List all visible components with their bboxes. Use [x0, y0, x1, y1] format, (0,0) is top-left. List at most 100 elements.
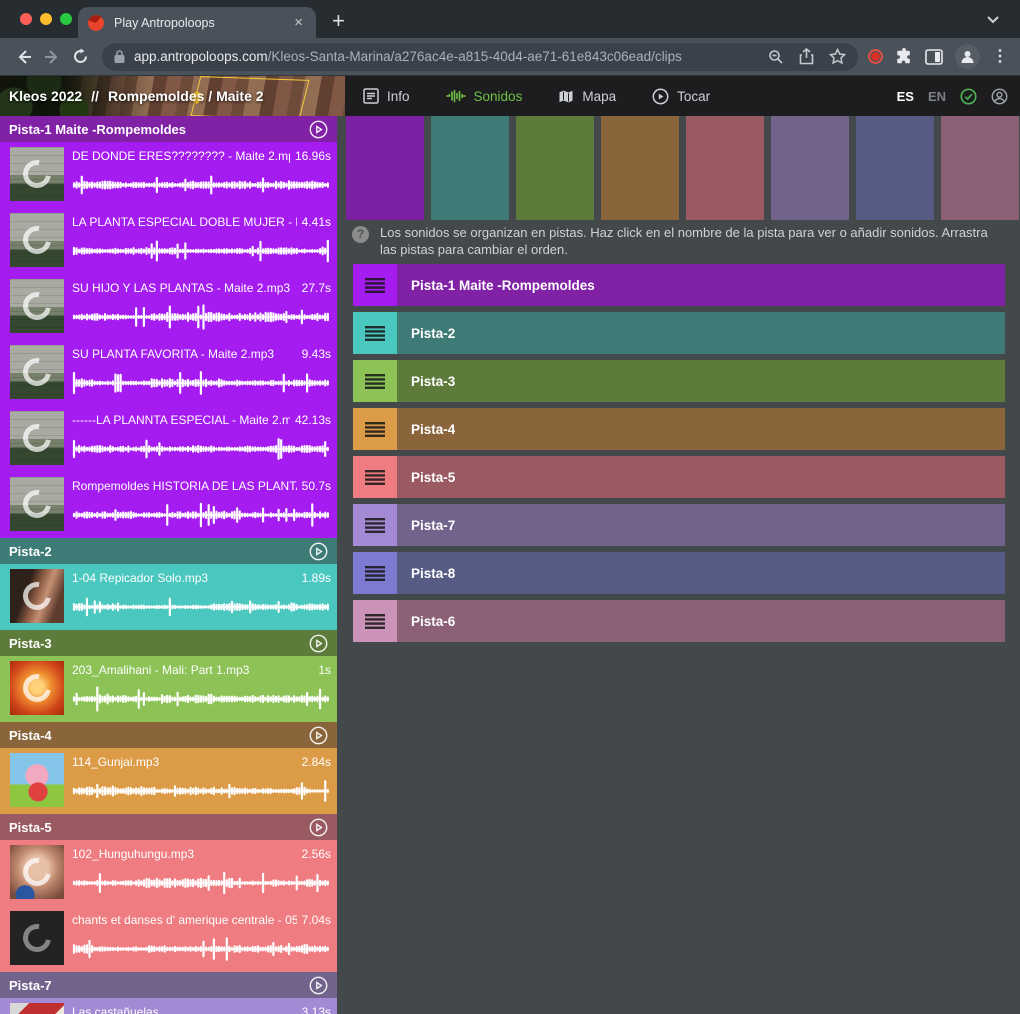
breadcrumb-project[interactable]: Kleos 2022 — [9, 88, 82, 104]
nav-mapa[interactable]: Mapa — [558, 89, 616, 104]
zoom-page-icon[interactable] — [768, 49, 784, 65]
clip-item[interactable]: SU PLANTA FAVORITA - Maite 2.mp3 9.43s — [0, 340, 337, 406]
clip-item[interactable]: Las castañuelas 3.13s — [0, 998, 337, 1014]
nav-tocar[interactable]: Tocar — [652, 88, 710, 105]
track-row[interactable]: Pista-5 — [353, 456, 1005, 498]
screen-record-extension-icon[interactable] — [868, 49, 883, 64]
drag-handle[interactable] — [353, 360, 397, 402]
clip-name: Rompemoldes HISTORIA DE LAS PLANTAS... — [72, 479, 297, 495]
track-play-button[interactable] — [309, 726, 328, 745]
track-row[interactable]: Pista-3 — [353, 360, 1005, 402]
back-button[interactable] — [10, 43, 38, 71]
track-row[interactable]: Pista-2 — [353, 312, 1005, 354]
track-row-bar[interactable]: Pista-8 — [397, 552, 1005, 594]
track-row-bar[interactable]: Pista-5 — [397, 456, 1005, 498]
browser-menu-icon[interactable]: ⋮ — [992, 49, 1008, 65]
track-row[interactable]: Pista-6 — [353, 600, 1005, 642]
track-color-swatch — [346, 116, 424, 220]
track-header[interactable]: Pista-1 Maite -Rompemoldes — [0, 116, 337, 142]
browser-tabstrip: Play Antropoloops × + — [0, 0, 1020, 38]
clip-thumbnail — [10, 279, 64, 333]
track-title: Pista-3 — [9, 636, 52, 651]
browser-tab[interactable]: Play Antropoloops × — [78, 7, 316, 38]
track-play-button[interactable] — [309, 818, 328, 837]
new-tab-button[interactable]: + — [332, 10, 345, 32]
tab-search-chevron-icon[interactable] — [986, 12, 1000, 26]
clip-duration: 1.89s — [302, 571, 331, 587]
drag-handle[interactable] — [353, 456, 397, 498]
track-header[interactable]: Pista-3 — [0, 630, 337, 656]
waveform-graphic — [72, 436, 331, 462]
drag-handle[interactable] — [353, 552, 397, 594]
track-row-bar[interactable]: Pista-4 — [397, 408, 1005, 450]
track-play-button[interactable] — [309, 542, 328, 561]
app-header: Kleos 2022 // Rompemoldes / Maite 2 Info… — [0, 76, 1020, 116]
track-row[interactable]: Pista-1 Maite -Rompemoldes — [353, 264, 1005, 306]
zoom-window-button[interactable] — [60, 13, 72, 25]
drag-handle[interactable] — [353, 264, 397, 306]
clip-thumbnail — [10, 845, 64, 899]
track-play-button[interactable] — [309, 976, 328, 995]
clip-item[interactable]: 102_Hunguhungu.mp3 2.56s — [0, 840, 337, 906]
lang-es[interactable]: ES — [897, 89, 914, 104]
track-clips: DE DONDE ERES???????? - Maite 2.mp3 16.9… — [0, 142, 345, 538]
minimize-window-button[interactable] — [40, 13, 52, 25]
macos-traffic-lights — [20, 13, 72, 25]
track-row[interactable]: Pista-4 — [353, 408, 1005, 450]
tab-title: Play Antropoloops — [114, 16, 291, 30]
drag-handle[interactable] — [353, 600, 397, 642]
lock-icon — [114, 50, 125, 63]
clip-item[interactable]: LA PLANTA ESPECIAL DOBLE MUJER - Mai... … — [0, 208, 337, 274]
clip-item[interactable]: DE DONDE ERES???????? - Maite 2.mp3 16.9… — [0, 142, 337, 208]
clip-item[interactable]: SU HIJO Y LAS PLANTAS - Maite 2.mp3 27.7… — [0, 274, 337, 340]
track-header[interactable]: Pista-5 — [0, 814, 337, 840]
drag-handle[interactable] — [353, 312, 397, 354]
project-banner[interactable]: Kleos 2022 // Rompemoldes / Maite 2 — [0, 76, 345, 116]
track-row-bar[interactable]: Pista-1 Maite -Rompemoldes — [397, 264, 1005, 306]
clip-item[interactable]: chants et danses d' amerique centrale - … — [0, 906, 337, 972]
reload-button[interactable] — [66, 43, 94, 71]
track-row-bar[interactable]: Pista-6 — [397, 600, 1005, 642]
close-window-button[interactable] — [20, 13, 32, 25]
url-bar[interactable]: app.antropoloops.com/Kleos-Santa-Marina/… — [102, 43, 858, 71]
profile-avatar[interactable] — [955, 44, 980, 69]
drag-handle[interactable] — [353, 504, 397, 546]
track-header[interactable]: Pista-2 — [0, 538, 337, 564]
clip-item[interactable]: 114_Gunjai.mp3 2.84s — [0, 748, 337, 814]
clip-duration: 2.56s — [302, 847, 331, 863]
nav-info[interactable]: Info — [363, 88, 410, 104]
clip-item[interactable]: ------LA PLANNTA ESPECIAL - Maite 2.mp3 … — [0, 406, 337, 472]
track-section: Pista-7 Las castañuelas 3.13s — [0, 972, 345, 1014]
track-row-bar[interactable]: Pista-2 — [397, 312, 1005, 354]
track-header[interactable]: Pista-7 — [0, 972, 337, 998]
tab-close-icon[interactable]: × — [291, 15, 306, 30]
clip-item[interactable]: 1-04 Repicador Solo.mp3 1.89s — [0, 564, 337, 630]
nav-sonidos[interactable]: Sonidos — [446, 89, 523, 104]
track-row[interactable]: Pista-8 — [353, 552, 1005, 594]
url-host: app.antropoloops.com — [134, 49, 268, 64]
track-play-button[interactable] — [309, 634, 328, 653]
tracks-sidebar: Pista-1 Maite -Rompemoldes DE DONDE ERES… — [0, 116, 345, 1014]
clip-item[interactable]: 203_Amalihani - Mali: Part 1.mp3 1s — [0, 656, 337, 722]
track-row[interactable]: Pista-7 — [353, 504, 1005, 546]
track-color-swatches — [345, 116, 1020, 220]
account-circle-icon[interactable] — [991, 88, 1008, 105]
bookmark-star-icon[interactable] — [829, 48, 846, 65]
forward-button[interactable] — [38, 43, 66, 71]
drag-handle[interactable] — [353, 408, 397, 450]
clip-name: 114_Gunjai.mp3 — [72, 755, 297, 771]
clip-name: SU HIJO Y LAS PLANTAS - Maite 2.mp3 — [72, 281, 297, 297]
track-play-button[interactable] — [309, 120, 328, 139]
track-row-bar[interactable]: Pista-7 — [397, 504, 1005, 546]
clip-item[interactable]: Rompemoldes HISTORIA DE LAS PLANTAS... 5… — [0, 472, 337, 538]
clip-duration: 9.43s — [302, 347, 331, 363]
track-header[interactable]: Pista-4 — [0, 722, 337, 748]
track-row-bar[interactable]: Pista-3 — [397, 360, 1005, 402]
lang-en[interactable]: EN — [928, 89, 946, 104]
share-icon[interactable] — [799, 48, 814, 65]
extensions-puzzle-icon[interactable] — [895, 48, 913, 66]
sidepanel-icon[interactable] — [925, 49, 943, 65]
app-nav: Info Sonidos Mapa Tocar ES EN — [345, 76, 1020, 116]
track-row-label: Pista-1 Maite -Rompemoldes — [411, 278, 595, 293]
clip-thumbnail — [10, 477, 64, 531]
